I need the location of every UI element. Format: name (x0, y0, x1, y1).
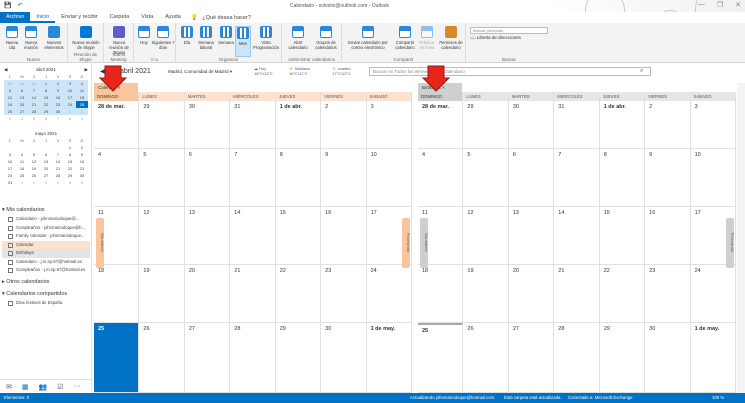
status-updating: Actualizando johnmariodoque@hotmail.com. (410, 395, 496, 400)
outlook-window: 💾 ↶ Calendario - solvetic@outlook.com - … (0, 0, 745, 403)
arrow-birthdays (421, 65, 451, 92)
arrow-calendar (98, 65, 128, 92)
status-folder: Esta carpeta está actualizada. (504, 395, 562, 400)
annotation-arrows (98, 65, 451, 92)
zoom-level[interactable]: 100 % (712, 393, 724, 403)
status-items: Elementos: 0 (4, 395, 30, 400)
status-connection: Conectado a: Microsoft Exchange (568, 395, 633, 400)
status-bar: Elementos: 0 Actualizando johnmariodoque… (0, 393, 745, 403)
